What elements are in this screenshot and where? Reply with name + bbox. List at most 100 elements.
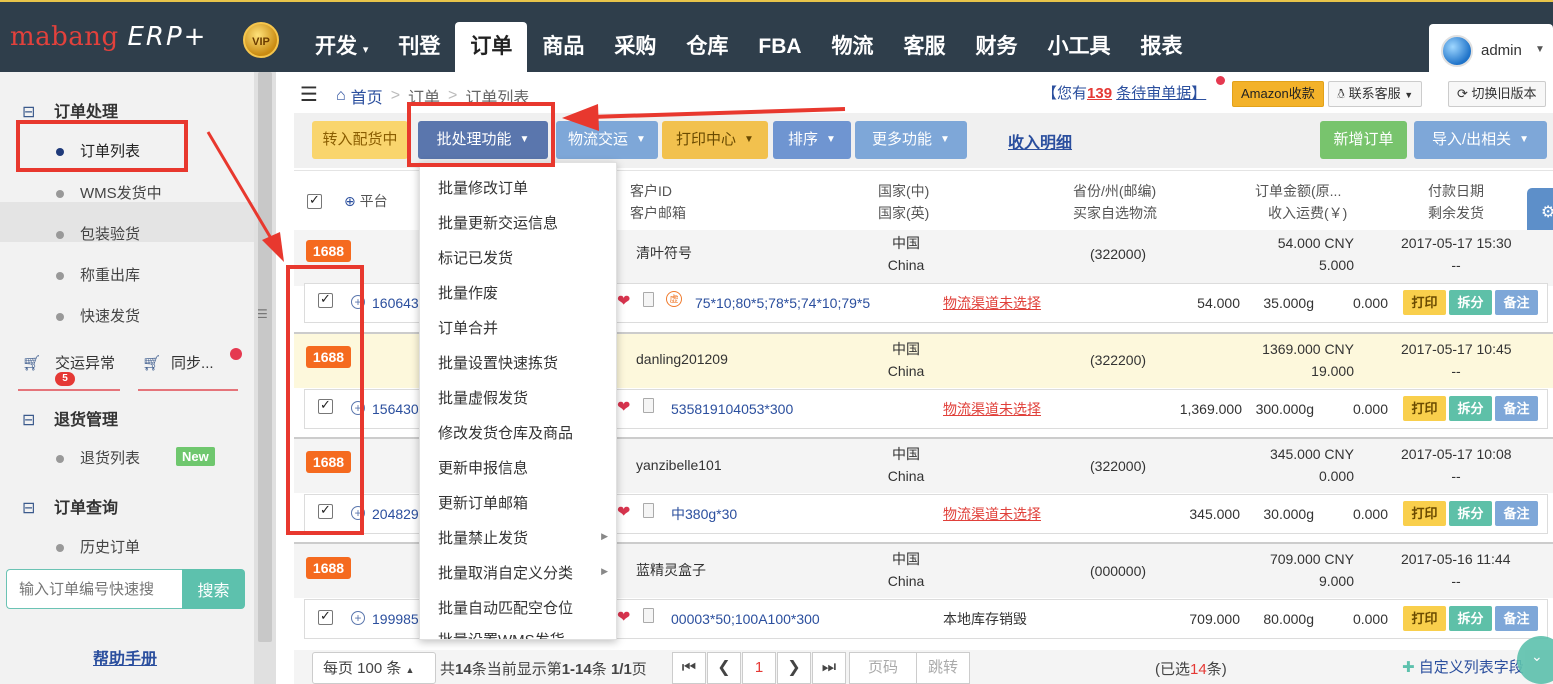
menu-item-auto-match-slot[interactable]: 批量自动匹配空仓位 <box>438 597 573 618</box>
custom-columns-link[interactable]: ✚ 自定义列表字段 <box>1402 656 1524 677</box>
income-details-link[interactable]: 收入明细 <box>1008 129 1072 153</box>
menu-item-batch-forbid-ship[interactable]: 批量禁止发货 <box>438 527 528 548</box>
note-button[interactable]: 备注 <box>1495 501 1538 526</box>
sidebar-item-history-orders[interactable]: 历史订单 <box>56 536 140 557</box>
drag-handle-icon[interactable]: ☰ <box>257 307 268 321</box>
print-center-button[interactable]: 打印中心 ▼ <box>662 121 768 159</box>
sidebar-item-sync[interactable]: 🛒︎ 同步... <box>142 352 214 373</box>
last-page-button[interactable]: ⏭ <box>812 652 846 684</box>
order-number[interactable]: 204829 <box>372 503 419 525</box>
breadcrumb-order[interactable]: 订单 <box>408 84 440 108</box>
contact-support-button[interactable]: 🐧︎ 联系客服 ▼ <box>1328 81 1423 107</box>
current-page-button[interactable]: 1 <box>742 652 776 684</box>
split-button[interactable]: 拆分 <box>1449 290 1492 315</box>
note-button[interactable]: 备注 <box>1495 290 1538 315</box>
sidebar-item-transport-exception[interactable]: 🛒︎ 交运异常 <box>22 352 115 373</box>
logistics-status[interactable]: 物流渠道未选择 <box>943 292 1041 314</box>
logistics-status[interactable]: 本地库存销毁 <box>943 608 1027 630</box>
order-items[interactable]: 中380g*30 <box>671 503 737 525</box>
menu-item-batch-void[interactable]: 批量作废 <box>438 282 498 303</box>
order-items[interactable]: 535819104053*300 <box>671 398 793 420</box>
collapse-sidebar-icon[interactable]: ☰ <box>300 85 318 105</box>
menu-item-batch-update-transport[interactable]: 批量更新交运信息 <box>438 212 558 233</box>
nav-purchase[interactable]: 采购 <box>599 22 671 74</box>
next-page-button[interactable]: ❯ <box>777 652 811 684</box>
print-button[interactable]: 打印 <box>1403 501 1446 526</box>
sort-button[interactable]: 排序 ▼ <box>773 121 851 159</box>
transfer-to-allocation-button[interactable]: 转入配货中 <box>312 121 408 159</box>
clipboard-icon[interactable] <box>643 503 654 518</box>
first-page-button[interactable]: ⏮ <box>672 652 706 684</box>
help-manual-link[interactable]: 帮助手册 <box>93 645 157 669</box>
clipboard-icon[interactable] <box>643 608 654 623</box>
nav-customer-service[interactable]: 客服 <box>889 22 961 74</box>
import-export-button[interactable]: 导入/出相关 ▼ <box>1414 121 1547 159</box>
new-order-button[interactable]: 新增订单 <box>1320 121 1407 159</box>
amazon-payment-button[interactable]: Amazon收款 <box>1232 81 1324 107</box>
print-button[interactable]: 打印 <box>1403 396 1446 421</box>
clipboard-icon[interactable] <box>643 398 654 413</box>
nav-develop[interactable]: 开发 ▾ <box>300 22 383 74</box>
sidebar-section-return-mgmt[interactable]: ⊟ 退货管理 <box>22 406 118 430</box>
logistics-status[interactable]: 物流渠道未选择 <box>943 398 1041 420</box>
order-items[interactable]: 00003*50;100A100*300 <box>671 608 820 630</box>
menu-item-batch-cancel-category[interactable]: 批量取消自定义分类 <box>438 562 573 583</box>
note-button[interactable]: 备注 <box>1495 396 1538 421</box>
sidebar-item-weigh-out[interactable]: 称重出库 <box>56 264 140 285</box>
split-button[interactable]: 拆分 <box>1449 606 1492 631</box>
nav-tools[interactable]: 小工具 <box>1033 22 1126 74</box>
user-menu[interactable]: admin ▼ <box>1429 24 1553 74</box>
order-items[interactable]: 75*10;80*5;78*5;74*10;79*5 <box>695 292 870 314</box>
sidebar-item-return-list[interactable]: 退货列表 <box>56 447 140 468</box>
nav-products[interactable]: 商品 <box>527 22 599 74</box>
sidebar-item-order-list[interactable]: 订单列表 <box>56 140 140 161</box>
split-button[interactable]: 拆分 <box>1449 501 1492 526</box>
order-checkbox[interactable] <box>318 608 333 625</box>
menu-item-mark-shipped[interactable]: 标记已发货 <box>438 247 513 268</box>
scrollbar-thumb[interactable] <box>258 72 272 642</box>
clipboard-icon[interactable] <box>643 292 654 307</box>
logistics-dispatch-button[interactable]: 物流交运 ▼ <box>556 121 658 159</box>
menu-item-batch-fake-ship[interactable]: 批量虚假发货 <box>438 387 528 408</box>
menu-item-merge-orders[interactable]: 订单合并 <box>438 317 498 338</box>
expand-icon[interactable]: + <box>351 611 365 625</box>
print-button[interactable]: 打印 <box>1403 290 1446 315</box>
note-button[interactable]: 备注 <box>1495 606 1538 631</box>
nav-listing[interactable]: 刊登 <box>383 22 455 74</box>
nav-orders[interactable]: 订单 <box>455 22 528 74</box>
search-button[interactable]: 搜索 <box>182 569 245 609</box>
nav-finance[interactable]: 财务 <box>961 22 1033 74</box>
expand-icon[interactable]: + <box>351 506 365 520</box>
nav-warehouse[interactable]: 仓库 <box>671 22 743 74</box>
menu-item-batch-quick-pick[interactable]: 批量设置快速拣货 <box>438 352 558 373</box>
order-number[interactable]: 160643 <box>372 292 419 314</box>
logistics-status[interactable]: 物流渠道未选择 <box>943 503 1041 525</box>
breadcrumb-home[interactable]: 首页 <box>351 84 383 108</box>
menu-item-update-email[interactable]: 更新订单邮箱 <box>438 492 528 513</box>
order-number[interactable]: 156430 <box>372 398 419 420</box>
mabang-logo[interactable]: mabang ERP+ <box>10 22 207 52</box>
sidebar-item-wms-shipping[interactable]: WMS发货中 <box>56 182 162 203</box>
menu-item-update-declaration[interactable]: 更新申报信息 <box>438 457 528 478</box>
sidebar-item-pack-check[interactable]: 包装验货 <box>56 223 140 244</box>
switch-old-version-button[interactable]: ⟳ 切换旧版本 <box>1448 81 1546 107</box>
nav-fba[interactable]: FBA <box>743 22 816 74</box>
sidebar-section-order-processing[interactable]: ⊟ 订单处理 <box>22 98 118 122</box>
menu-item-batch-edit-orders[interactable]: 批量修改订单 <box>438 177 528 198</box>
nav-reports[interactable]: 报表 <box>1126 22 1198 74</box>
per-page-select[interactable]: 每页 100 条 ▲ <box>312 652 436 684</box>
go-page-button[interactable]: 跳转 <box>916 652 970 684</box>
pending-orders-notice[interactable]: 【您有139 条待审单据】 <box>1042 82 1206 103</box>
order-checkbox[interactable] <box>318 502 333 519</box>
order-checkbox[interactable] <box>318 397 333 414</box>
nav-logistics[interactable]: 物流 <box>817 22 889 74</box>
order-number[interactable]: 199985 <box>372 608 419 630</box>
sidebar-section-order-query[interactable]: ⊟ 订单查询 <box>22 494 118 518</box>
batch-functions-button[interactable]: 批处理功能 ▼ <box>418 121 548 159</box>
order-checkbox[interactable] <box>318 291 333 308</box>
page-number-input[interactable]: 页码 <box>849 652 917 684</box>
expand-icon[interactable]: + <box>351 295 365 309</box>
column-platform[interactable]: ⊕ 平台 <box>344 190 388 212</box>
sidebar-scrollbar[interactable] <box>254 72 276 684</box>
expand-icon[interactable]: + <box>351 401 365 415</box>
